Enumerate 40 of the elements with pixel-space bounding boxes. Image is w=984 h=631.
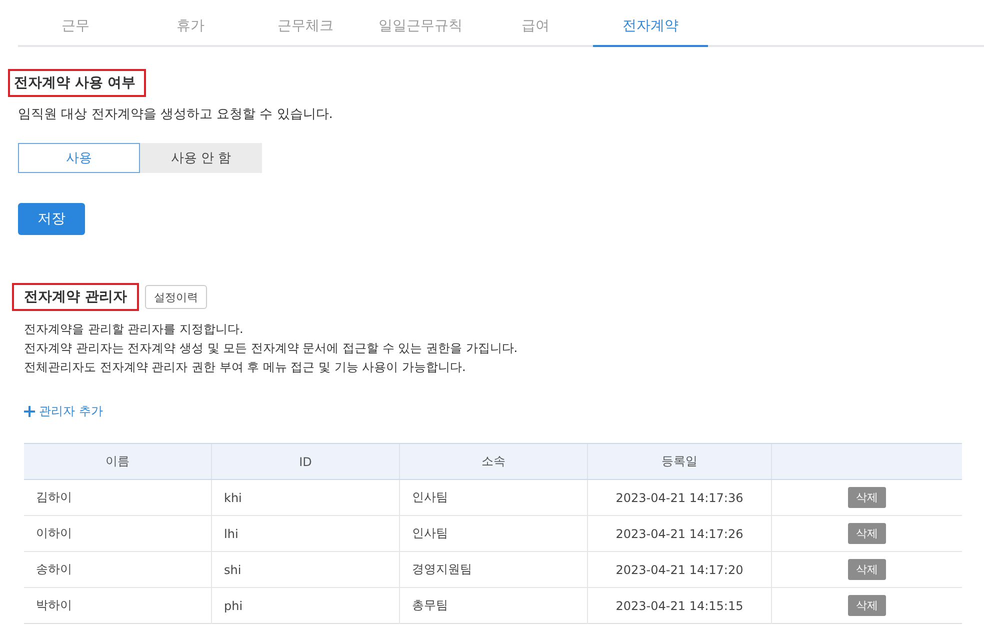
column-header: ID	[212, 444, 400, 480]
section-title: 전자계약 사용 여부	[8, 69, 146, 97]
tab[interactable]: 근무체크	[248, 14, 363, 47]
table-cell: 김하이	[24, 480, 212, 516]
table-cell: 경영지원팀	[400, 552, 588, 588]
delete-button[interactable]: 삭제	[848, 523, 886, 544]
table-cell: 이하이	[24, 516, 212, 552]
section-description: 임직원 대상 전자계약을 생성하고 요청할 수 있습니다.	[18, 106, 334, 123]
tab[interactable]: 근무	[18, 14, 133, 47]
section-description: 전자계약을 관리할 관리자를 지정합니다. 전자계약 관리자는 전자계약 생성 및 모든 전자계약 문서에 접근할 수 있는 권한을 가집니다. 전체관리자도 전자계약 관리자 권한 부여 후 메뉴 접근 및 기능 사용이 가능합니다.	[24, 321, 519, 376]
delete-button[interactable]: 삭제	[848, 487, 886, 508]
table-cell: 인사팀	[400, 516, 588, 552]
table-cell: 2023-04-21 14:15:15	[588, 588, 772, 624]
table-cell: 총무팀	[400, 588, 588, 624]
table-cell: lhi	[212, 516, 400, 552]
tab[interactable]: 급여	[478, 14, 593, 47]
column-header: 등록일	[588, 444, 772, 480]
add-admin-link[interactable]: 관리자 추가	[24, 403, 103, 420]
table-cell: 2023-04-21 14:17:20	[588, 552, 772, 588]
table-cell: 2023-04-21 14:17:36	[588, 480, 772, 516]
tab[interactable]: 전자계약	[593, 14, 708, 47]
table-cell: shi	[212, 552, 400, 588]
delete-button[interactable]: 삭제	[848, 595, 886, 616]
table-cell: phi	[212, 588, 400, 624]
toggle-option[interactable]: 사용	[18, 143, 140, 173]
table-cell: 인사팀	[400, 480, 588, 516]
table-cell: khi	[212, 480, 400, 516]
tab[interactable]: 일일근무규칙	[363, 14, 478, 47]
tab[interactable]: 휴가	[133, 14, 248, 47]
table-cell: 박하이	[24, 588, 212, 624]
plus-icon	[24, 406, 35, 417]
delete-button[interactable]: 삭제	[848, 559, 886, 580]
column-header: 이름	[24, 444, 212, 480]
column-header: 소속	[400, 444, 588, 480]
save-button[interactable]: 저장	[18, 203, 85, 235]
toggle-option[interactable]: 사용 안 함	[140, 143, 262, 173]
history-button[interactable]: 설정이력	[144, 285, 207, 309]
table-cell: 송하이	[24, 552, 212, 588]
table-cell: 2023-04-21 14:17:26	[588, 516, 772, 552]
section-title: 전자계약 관리자	[12, 283, 139, 311]
